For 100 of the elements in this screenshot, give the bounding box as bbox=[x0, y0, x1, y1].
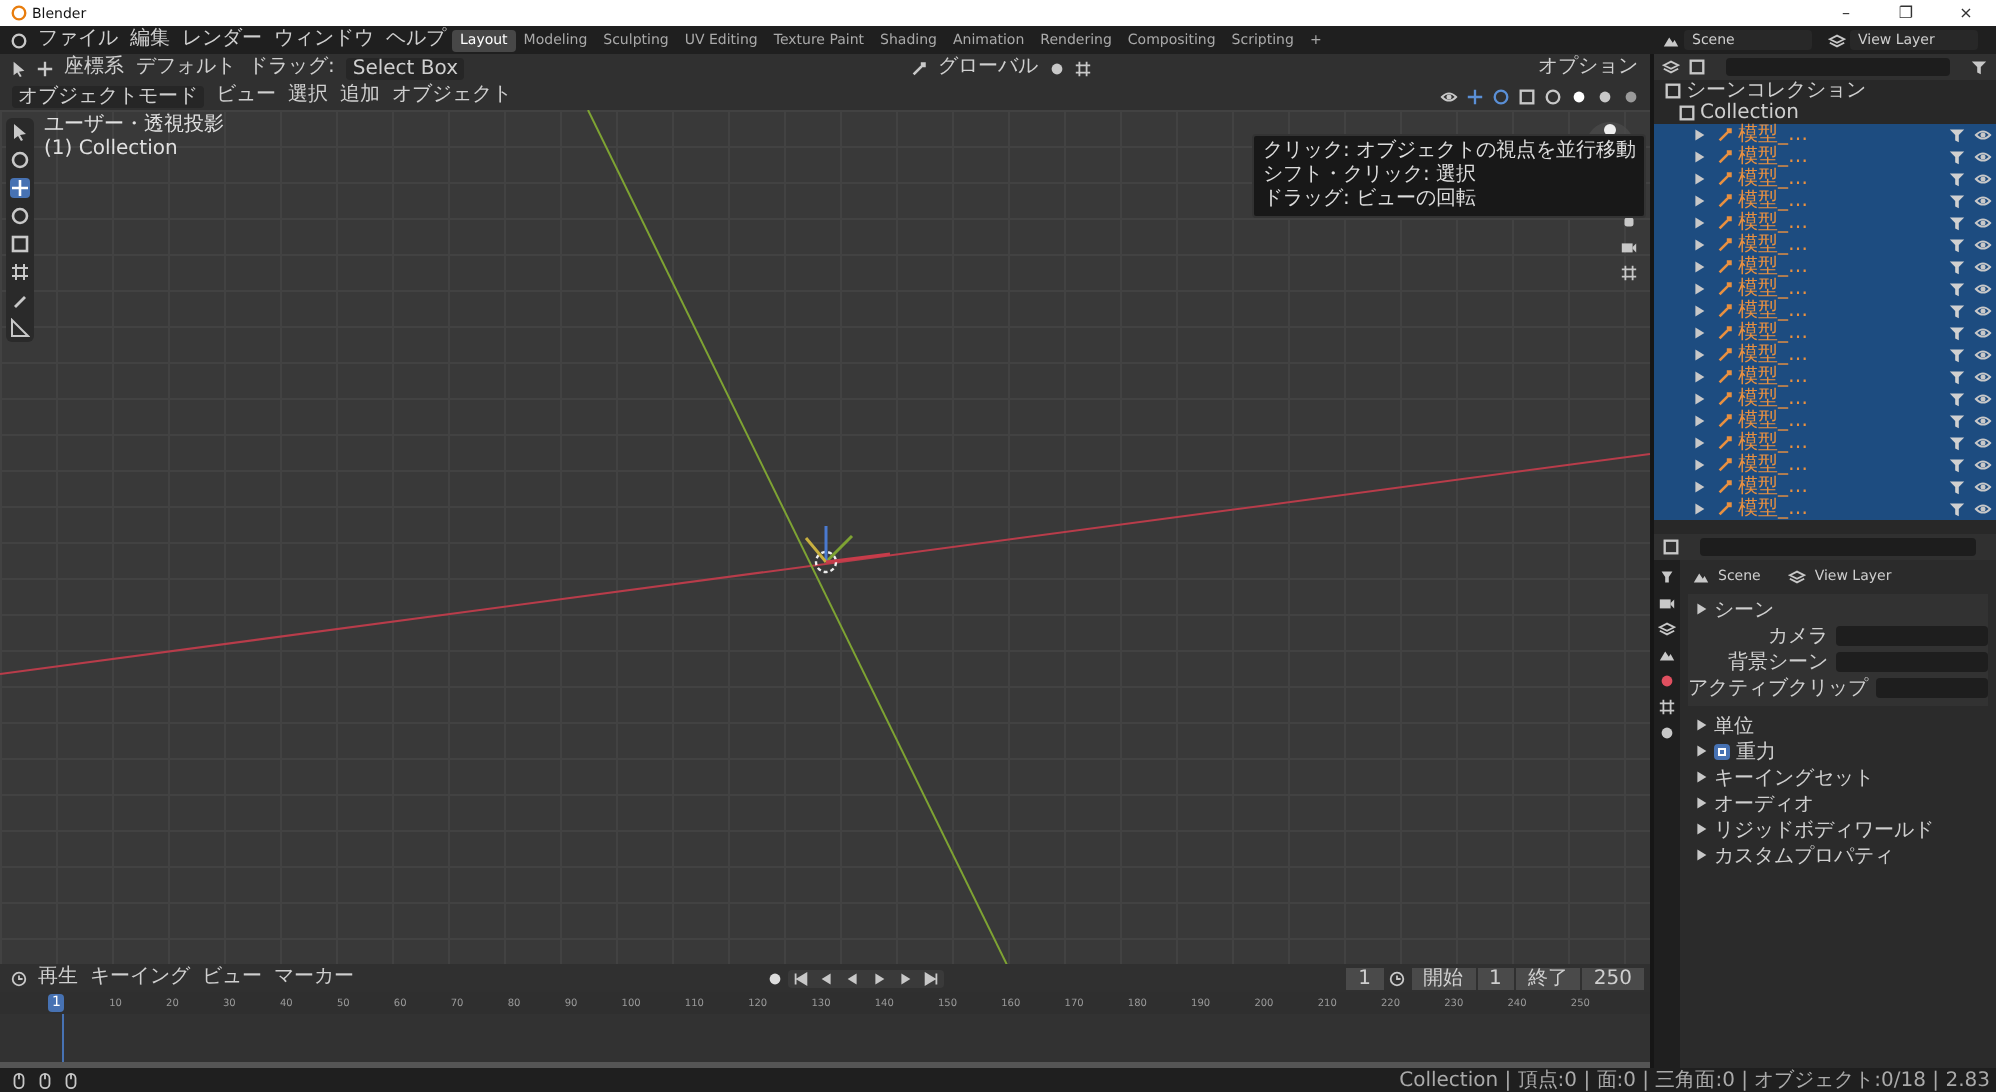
checkbox[interactable] bbox=[1714, 743, 1730, 759]
section-title[interactable]: リジッドボディワールド bbox=[1714, 815, 1934, 843]
visibility-icon[interactable] bbox=[1974, 456, 1992, 474]
visibility-icon[interactable] bbox=[1974, 478, 1992, 496]
visibility-icon[interactable] bbox=[1440, 87, 1458, 105]
section-title[interactable]: 単位 bbox=[1714, 711, 1754, 739]
object-tab-icon[interactable] bbox=[1658, 724, 1676, 742]
solid-shading-icon[interactable] bbox=[1570, 87, 1588, 105]
orientation-icon[interactable] bbox=[910, 59, 928, 77]
snap-icon[interactable] bbox=[1074, 59, 1092, 77]
outliner-row[interactable]: 模型_… bbox=[1654, 410, 1996, 432]
outliner-row[interactable]: 模型_… bbox=[1654, 300, 1996, 322]
select-mode-dropdown[interactable]: Select Box bbox=[346, 57, 464, 79]
visibility-icon[interactable] bbox=[1974, 390, 1992, 408]
play-reverse-icon[interactable] bbox=[843, 969, 862, 987]
outliner-row[interactable]: 模型_… bbox=[1654, 344, 1996, 366]
timeline-menu[interactable]: キーイング bbox=[84, 966, 196, 990]
outliner-row[interactable]: 模型_… bbox=[1654, 454, 1996, 476]
header-menu[interactable]: 選択 bbox=[282, 84, 334, 108]
header-menu[interactable]: ビュー bbox=[210, 84, 282, 108]
camera-icon[interactable] bbox=[1620, 238, 1638, 256]
outliner-row[interactable]: 模型_… bbox=[1654, 432, 1996, 454]
wireframe-shading-icon[interactable] bbox=[1544, 87, 1562, 105]
visibility-icon[interactable] bbox=[1974, 412, 1992, 430]
jump-start-icon[interactable] bbox=[791, 969, 810, 987]
options-dropdown[interactable]: オプション bbox=[1532, 56, 1644, 80]
mode-dropdown[interactable]: オブジェクトモード bbox=[12, 85, 204, 107]
gizmo-icon[interactable] bbox=[1466, 87, 1484, 105]
move-tool-icon[interactable] bbox=[10, 178, 30, 198]
outliner-row[interactable]: 模型_… bbox=[1654, 388, 1996, 410]
menu-item[interactable]: ヘルプ bbox=[380, 28, 452, 52]
tool-tab-icon[interactable] bbox=[1658, 568, 1676, 586]
outliner-row[interactable]: 模型_… bbox=[1654, 366, 1996, 388]
filter-icon[interactable] bbox=[1970, 58, 1988, 76]
timeline-menu[interactable]: ビュー bbox=[196, 966, 268, 990]
cursor-icon[interactable] bbox=[10, 59, 28, 77]
visibility-icon[interactable] bbox=[1974, 192, 1992, 210]
maximize-button[interactable]: ❐ bbox=[1876, 4, 1936, 22]
annotate-tool-icon[interactable] bbox=[10, 290, 30, 310]
menu-item[interactable]: 編集 bbox=[124, 28, 176, 52]
timeline-menu[interactable]: 再生 bbox=[32, 966, 84, 990]
world-tab-icon[interactable] bbox=[1658, 698, 1676, 716]
outliner-row[interactable]: 模型_… bbox=[1654, 212, 1996, 234]
transform-tool-icon[interactable] bbox=[10, 262, 30, 282]
outliner-row[interactable]: 模型_… bbox=[1654, 124, 1996, 146]
visibility-icon[interactable] bbox=[1974, 258, 1992, 276]
header-menu[interactable]: 追加 bbox=[334, 84, 386, 108]
visibility-icon[interactable] bbox=[1974, 302, 1992, 320]
close-button[interactable]: × bbox=[1936, 4, 1996, 22]
view-icon[interactable] bbox=[1688, 58, 1706, 76]
rotate-tool-icon[interactable] bbox=[10, 206, 30, 226]
origin-gizmo[interactable] bbox=[804, 526, 891, 574]
section-title[interactable]: キーイングセット bbox=[1714, 763, 1874, 791]
visibility-icon[interactable] bbox=[1974, 324, 1992, 342]
orientation-dropdown[interactable]: グローバル bbox=[932, 56, 1044, 80]
select-tool-icon[interactable] bbox=[10, 122, 30, 142]
outliner-row[interactable]: 模型_… bbox=[1654, 498, 1996, 520]
display-mode-icon[interactable] bbox=[1662, 58, 1680, 76]
render-shading-icon[interactable] bbox=[1622, 87, 1640, 105]
play-icon[interactable] bbox=[869, 969, 888, 987]
visibility-icon[interactable] bbox=[1974, 434, 1992, 452]
scale-tool-icon[interactable] bbox=[10, 234, 30, 254]
outliner-row[interactable]: 模型_… bbox=[1654, 476, 1996, 498]
start-frame-field[interactable]: 1 bbox=[1477, 967, 1514, 989]
header-menu[interactable]: オブジェクト bbox=[386, 84, 518, 108]
menu-item[interactable]: レンダー bbox=[176, 28, 268, 52]
pivot-icon[interactable] bbox=[1048, 59, 1066, 77]
material-shading-icon[interactable] bbox=[1596, 87, 1614, 105]
visibility-icon[interactable] bbox=[1974, 170, 1992, 188]
visibility-icon[interactable] bbox=[1974, 148, 1992, 166]
collection-name[interactable]: シーンコレクション bbox=[1686, 80, 1866, 102]
grid-icon[interactable] bbox=[1620, 264, 1638, 282]
editor-type-icon[interactable] bbox=[1662, 538, 1680, 556]
outliner-row[interactable]: 模型_… bbox=[1654, 256, 1996, 278]
move-icon[interactable] bbox=[36, 59, 54, 77]
outliner-row[interactable]: 模型_… bbox=[1654, 190, 1996, 212]
visibility-icon[interactable] bbox=[1974, 368, 1992, 386]
outliner-row[interactable]: 模型_… bbox=[1654, 322, 1996, 344]
collection-name[interactable]: Collection bbox=[1700, 102, 1799, 124]
expand-icon[interactable] bbox=[1692, 600, 1710, 618]
clock-icon[interactable] bbox=[10, 969, 28, 987]
outliner-row[interactable]: 模型_… bbox=[1654, 234, 1996, 256]
scene-tab-icon[interactable] bbox=[1658, 672, 1676, 690]
header-menu[interactable]: デフォルト bbox=[130, 56, 242, 80]
visibility-icon[interactable] bbox=[1974, 280, 1992, 298]
output-tab-icon[interactable] bbox=[1658, 620, 1676, 638]
header-menu[interactable]: ドラッグ: bbox=[242, 56, 341, 80]
outliner-row[interactable]: 模型_… bbox=[1654, 278, 1996, 300]
stopwatch-icon[interactable] bbox=[1387, 969, 1406, 987]
section-title[interactable]: オーディオ bbox=[1714, 789, 1814, 817]
current-frame-field[interactable]: 1 bbox=[1346, 967, 1384, 989]
section-title[interactable]: 重力 bbox=[1736, 737, 1776, 765]
header-menu[interactable]: 座標系 bbox=[58, 56, 130, 80]
layers-icon[interactable] bbox=[1828, 31, 1846, 49]
visibility-icon[interactable] bbox=[1974, 236, 1992, 254]
menu-item[interactable]: ウィンドウ bbox=[268, 28, 380, 52]
minimize-button[interactable]: – bbox=[1816, 4, 1876, 22]
view-layer-tab-icon[interactable] bbox=[1658, 646, 1676, 664]
previous-key-icon[interactable] bbox=[817, 969, 836, 987]
section-title[interactable]: カスタムプロパティ bbox=[1714, 841, 1894, 869]
